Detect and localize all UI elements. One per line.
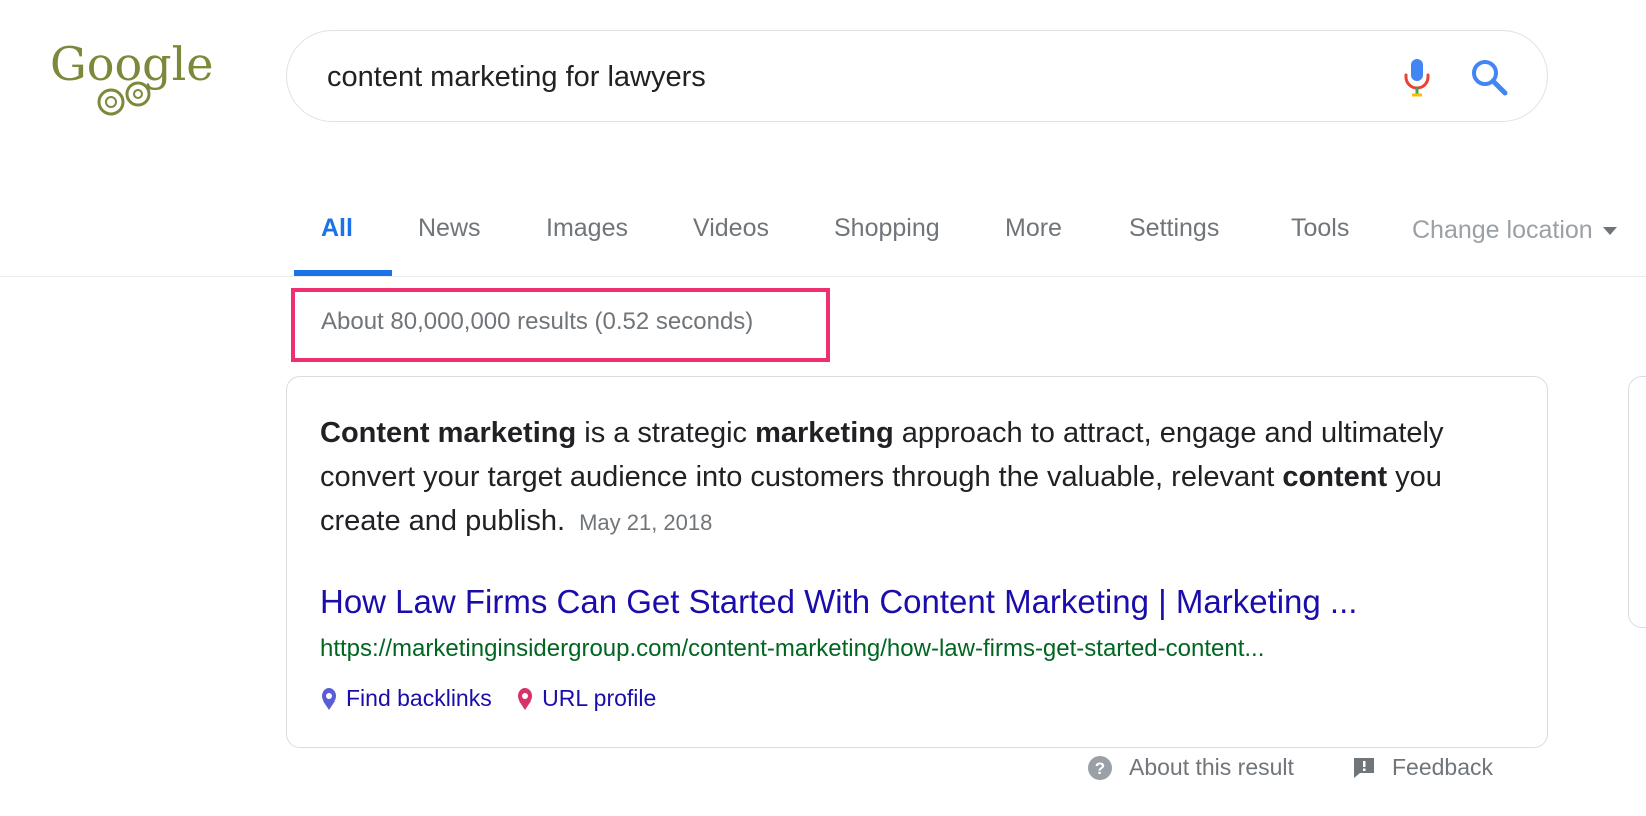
google-logo[interactable]: Google	[50, 38, 225, 118]
tab-images[interactable]: Images	[546, 214, 628, 243]
result-url: https://marketinginsidergroup.com/conten…	[320, 635, 1265, 662]
about-this-result-label: About this result	[1129, 754, 1294, 780]
search-input[interactable]	[327, 57, 1327, 97]
find-backlinks-link[interactable]: Find backlinks	[320, 685, 492, 712]
tab-all[interactable]: All	[321, 214, 353, 243]
find-backlinks-label: Find backlinks	[346, 685, 492, 711]
result-stats-highlight: About 80,000,000 results (0.52 seconds)	[291, 288, 830, 362]
url-profile-label: URL profile	[542, 685, 657, 711]
logo-text: Google	[50, 38, 214, 91]
svg-text:?: ?	[1095, 759, 1105, 778]
feedback-label: Feedback	[1392, 754, 1494, 780]
backlinks-icon	[322, 687, 336, 710]
caret-down-icon	[1602, 227, 1617, 236]
result-stats: About 80,000,000 results (0.52 seconds)	[321, 308, 754, 335]
help-icon: ?	[1088, 755, 1112, 780]
result-title-link[interactable]: How Law Firms Can Get Started With Conte…	[320, 583, 1357, 621]
snippet-segment: content	[1282, 461, 1388, 493]
url-profile-icon	[518, 687, 533, 710]
snippet-segment: is a strategic	[576, 417, 756, 449]
featured-snippet: Content marketing is a strategic marketi…	[286, 376, 1548, 748]
microphone-icon[interactable]	[1393, 53, 1441, 101]
search-tabs: All News Images Videos Shopping More Set…	[0, 200, 1646, 276]
snippet-date: May 21, 2018	[579, 510, 713, 535]
url-profile-link[interactable]: URL profile	[516, 685, 656, 712]
seo-tool-links: Find backlinks URL profile	[320, 685, 674, 717]
search-box[interactable]	[286, 30, 1548, 122]
snippet-text: Content marketing is a strategic marketi…	[320, 411, 1470, 545]
snippet-segment: Content marketing	[320, 417, 577, 449]
feedback-icon	[1354, 757, 1374, 778]
tabs-divider	[0, 276, 1646, 277]
tab-videos[interactable]: Videos	[693, 214, 769, 243]
feedback-link[interactable]: Feedback	[1352, 754, 1493, 781]
snippet-segment: marketing	[755, 417, 894, 449]
change-location-label: Change location	[1412, 216, 1593, 244]
about-this-result-link[interactable]: ? About this result	[1087, 754, 1294, 781]
tab-more[interactable]: More	[1005, 214, 1062, 243]
side-panel-card	[1628, 376, 1646, 628]
tab-tools[interactable]: Tools	[1291, 214, 1349, 243]
magnifier-icon[interactable]	[1465, 53, 1513, 101]
tab-settings[interactable]: Settings	[1129, 214, 1219, 243]
tab-news[interactable]: News	[418, 214, 481, 243]
tab-shopping[interactable]: Shopping	[834, 214, 940, 243]
change-location-dropdown[interactable]: Change location	[1412, 216, 1617, 245]
